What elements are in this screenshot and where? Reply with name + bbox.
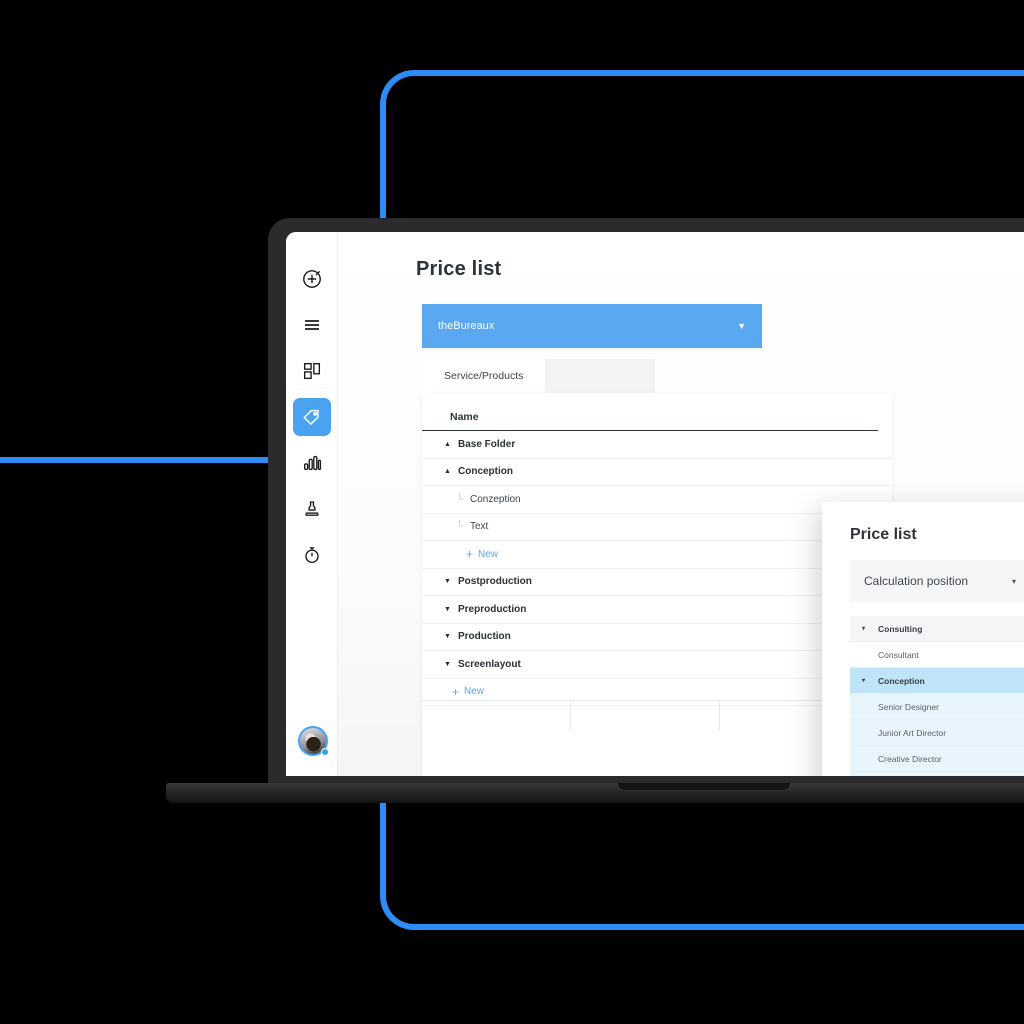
position-label: Junior Art Director [878, 727, 947, 738]
stamp-icon[interactable] [293, 490, 331, 528]
app-screen: Price list theBureaux ▼ Service/Products… [286, 232, 1024, 776]
placeholder-cell [570, 700, 720, 730]
add-circle-icon[interactable] [293, 260, 331, 298]
calculation-position-select[interactable]: Calculation position ▾ [850, 560, 1024, 602]
position-label: Consultant [878, 649, 919, 660]
app-sidebar [286, 232, 338, 776]
table-row[interactable]: Senior Grafikdesigner Day EUR 1.800,00 [850, 772, 1024, 776]
caret-down-icon: ▼ [444, 605, 451, 613]
caret-up-icon: ▲ [444, 468, 451, 476]
tree-row-label: Screenlayout [458, 658, 521, 670]
caret-up-icon: ▲ [444, 440, 451, 448]
position-label: Creative Director [878, 753, 942, 764]
modal-filter-bar: Calculation position ▾ Euro ▾ Search [850, 560, 1024, 602]
org-selector[interactable]: theBureaux ▼ [422, 304, 762, 348]
chevron-down-icon: ▾ [1011, 576, 1016, 586]
caret-down-icon: ▾ [862, 626, 866, 632]
laptop-base [166, 783, 1024, 803]
price-list-modal: Price list Calculation position ▾ Euro ▾ [822, 502, 1024, 776]
tree-row-label: Production [458, 631, 511, 643]
tree-row-label: Text [470, 521, 489, 533]
tab-bar: Service/Products [422, 359, 656, 393]
table-group-row[interactable]: ▾ Consulting [850, 616, 1024, 642]
bar-chart-icon[interactable] [293, 444, 331, 482]
timer-icon[interactable] [293, 536, 331, 574]
modal-title: Price list [850, 526, 917, 543]
plus-icon: + [452, 684, 460, 699]
laptop-notch [618, 783, 790, 790]
tree-new-label: New [464, 686, 485, 698]
plus-icon: + [466, 547, 474, 562]
group-label: Consulting [878, 623, 923, 634]
tree-column-header-name: Name [422, 411, 878, 431]
tab-service-products[interactable]: Service/Products [422, 359, 546, 393]
placeholder-cell [422, 700, 571, 730]
tree-row-label: Conception [458, 466, 513, 478]
menu-icon[interactable] [293, 306, 331, 344]
table-row[interactable]: Consultant Day EUR 1.800,00 [850, 642, 1024, 668]
price-positions-table[interactable]: ▾Consulting Consultant Day EUR 1.800,00 … [850, 616, 1024, 776]
caret-down-icon: ▾ [862, 678, 866, 684]
caret-down-icon: ▼ [444, 660, 451, 668]
tree-new-label: New [478, 548, 499, 560]
table-group-row[interactable]: ▾ Conception [850, 668, 1024, 694]
caret-down-icon: ▼ [444, 578, 451, 586]
screenshot-stage: Price list theBureaux ▼ Service/Products… [0, 0, 1024, 1024]
table-row[interactable]: Creative Director Day EUR 3.500,00 [850, 746, 1024, 772]
org-selector-value: theBureaux [438, 320, 495, 332]
decor-line-bottom [380, 800, 1024, 930]
tree-row-label: Base Folder [458, 438, 516, 450]
table-row[interactable]: Senior Designer Day EUR 2.500,00 [850, 694, 1024, 720]
avatar-status-dot [321, 748, 329, 756]
table-row[interactable]: Junior Art Director Day EUR 4.500,00 [850, 720, 1024, 746]
group-label: Conception [878, 675, 925, 686]
caret-down-icon: ▼ [444, 633, 451, 641]
decor-line-left [0, 457, 290, 463]
tree-elbow-icon: └ [456, 521, 464, 533]
tree-row[interactable]: ▲ Base Folder [422, 431, 892, 459]
tab-secondary[interactable] [545, 359, 656, 393]
tree-row[interactable]: ▲ Conception [422, 459, 892, 486]
chevron-down-icon: ▼ [737, 321, 746, 331]
tree-elbow-icon: └ [456, 493, 464, 505]
position-label: Senior Designer [878, 701, 939, 712]
dashboard-icon[interactable] [293, 352, 331, 390]
calculation-position-value: Calculation position [864, 574, 969, 588]
tag-icon[interactable] [292, 398, 331, 436]
tree-row-label: Preproduction [458, 603, 527, 615]
page-title: Price list [416, 258, 502, 280]
tree-row-label: Postproduction [458, 576, 532, 588]
decor-line-top [380, 70, 1024, 230]
avatar[interactable] [298, 726, 329, 756]
tree-row-label: Conzeption [470, 493, 521, 505]
